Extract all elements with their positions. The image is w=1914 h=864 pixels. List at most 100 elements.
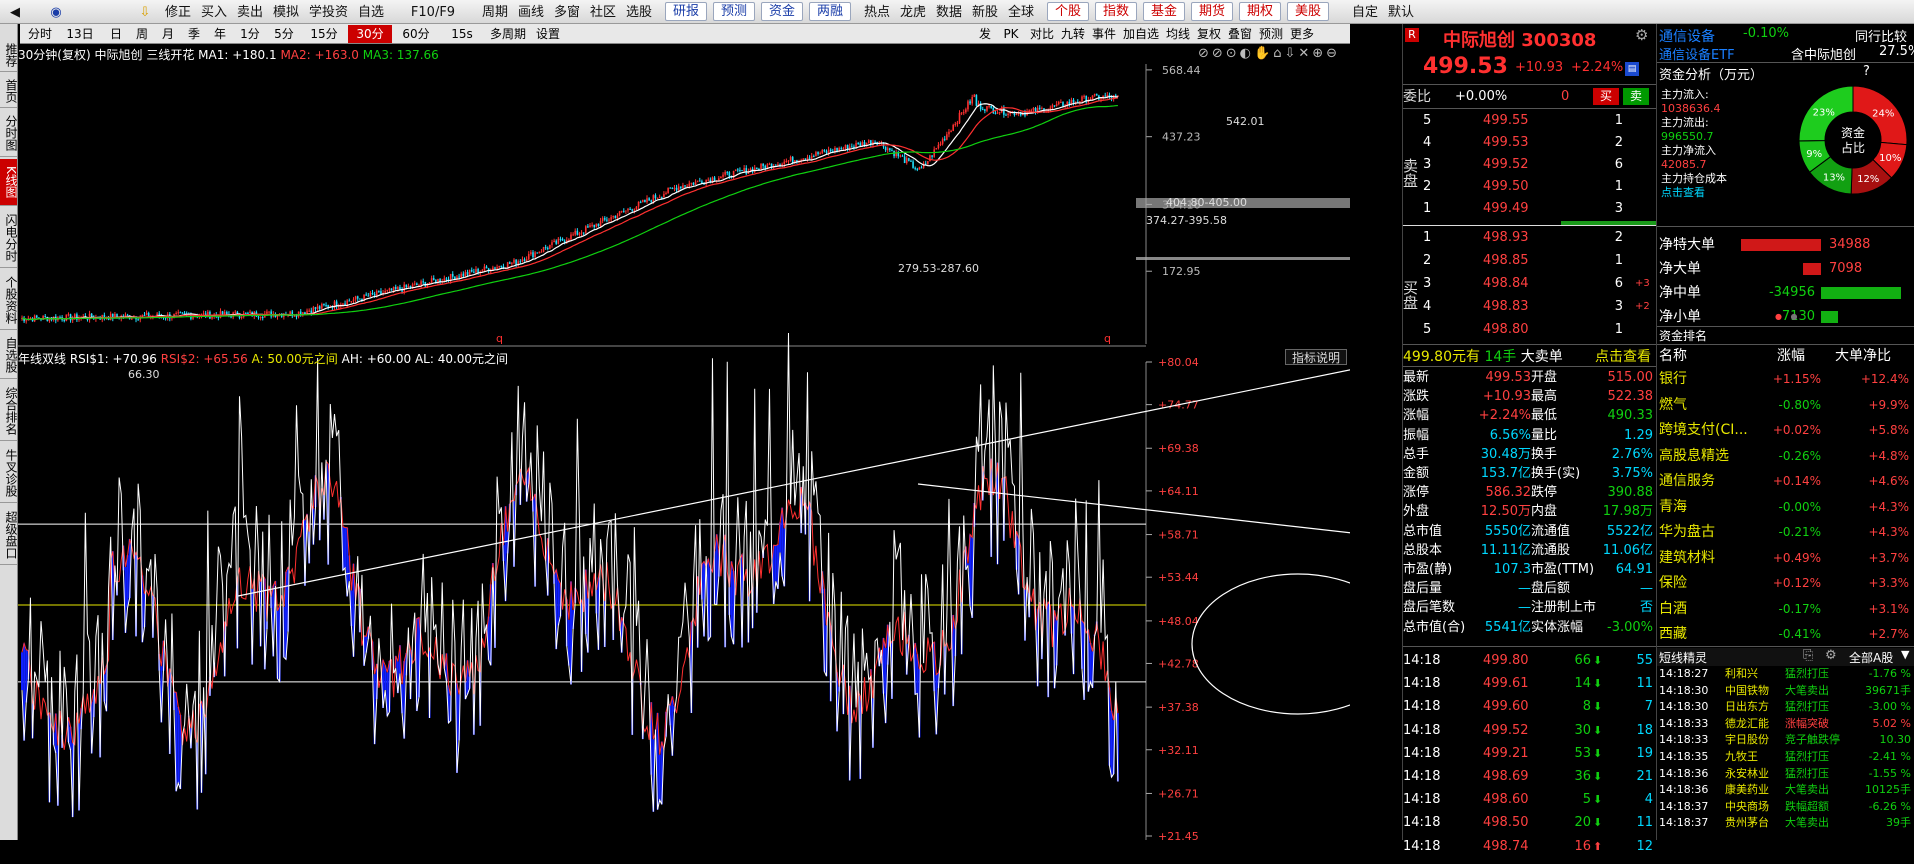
rank-header-net[interactable]: 大单净比 bbox=[1835, 346, 1891, 368]
export-icon[interactable]: ⎘ bbox=[1803, 648, 1813, 663]
peer-compare-link[interactable]: 同行比较 bbox=[1855, 26, 1907, 45]
leftnav-item-4[interactable]: 闪电分时 bbox=[0, 208, 18, 268]
period-1[interactable]: 13日 bbox=[58, 25, 102, 43]
down-arrow-icon[interactable]: ⇩ bbox=[134, 0, 156, 24]
toolbar-item2-0[interactable]: 热点 bbox=[861, 0, 893, 24]
period-12[interactable]: 15s bbox=[440, 25, 484, 43]
cost-link[interactable]: 点击查看 bbox=[1661, 186, 1727, 200]
period-3[interactable]: 周 bbox=[130, 25, 154, 43]
rank-row[interactable]: 银行 +1.15% +12.4% bbox=[1657, 368, 1914, 390]
short-filter[interactable]: 全部A股 bbox=[1849, 649, 1893, 666]
ask-row[interactable]: 2 499.50 1 bbox=[1403, 176, 1657, 198]
ask-row[interactable]: 3 499.52 6 bbox=[1403, 154, 1657, 176]
short-row[interactable]: 14:18:33 德龙汇能 涨幅突破 5.02 % bbox=[1657, 716, 1914, 732]
rank-row[interactable]: 跨境支付(CI... +0.02% +5.8% bbox=[1657, 419, 1914, 441]
short-row[interactable]: 14:18:33 宇日股份 竞子触跌停 10.30 bbox=[1657, 732, 1914, 748]
rank-row[interactable]: 燃气 -0.80% +9.9% bbox=[1657, 394, 1914, 416]
leftnav-item-2[interactable]: 分时图 bbox=[0, 110, 18, 157]
toolbar-item3-0[interactable]: 自定 bbox=[1349, 0, 1381, 24]
toolbar-boxed-2[interactable]: 资金 bbox=[761, 2, 803, 21]
bid-row[interactable]: 5 498.80 1 bbox=[1403, 319, 1657, 341]
leftnav-item-9[interactable]: 超级盘口 bbox=[0, 505, 18, 565]
help-icon[interactable]: ? bbox=[1863, 64, 1870, 79]
indicator-explain-button[interactable]: 指标说明 bbox=[1285, 349, 1348, 365]
ask-row[interactable]: 1 499.49 3 bbox=[1403, 198, 1657, 220]
chart-menu-0[interactable]: 发 bbox=[976, 25, 994, 43]
rank-row[interactable]: 高股息精选 -0.26% +4.8% bbox=[1657, 445, 1914, 467]
toolbar-item2-2[interactable]: 数据 bbox=[933, 0, 965, 24]
bid-row[interactable]: 4 498.83 3 +2 bbox=[1403, 296, 1657, 318]
ask-row[interactable]: 4 499.53 2 bbox=[1403, 132, 1657, 154]
toolbar-boxed2-0[interactable]: 个股 bbox=[1047, 2, 1089, 21]
toolbar-item-4[interactable]: 学投资 bbox=[306, 0, 351, 24]
rank-row[interactable]: 保险 +0.12% +3.3% bbox=[1657, 572, 1914, 594]
toolbar-boxed-0[interactable]: 研报 bbox=[665, 2, 707, 21]
toolbar-item-1[interactable]: 买入 bbox=[198, 0, 230, 24]
period-9[interactable]: 15分 bbox=[302, 25, 346, 43]
period-7[interactable]: 1分 bbox=[234, 25, 266, 43]
chart-menu-10[interactable]: 更多 bbox=[1288, 25, 1316, 43]
ask-row[interactable]: 5 499.55 1 bbox=[1403, 110, 1657, 132]
period-8[interactable]: 5分 bbox=[268, 25, 300, 43]
buy-button[interactable]: 买 bbox=[1593, 88, 1619, 105]
toolbar-item-8[interactable]: 画线 bbox=[515, 0, 547, 24]
etf-name[interactable]: 通信设备ETF bbox=[1659, 44, 1735, 63]
leftnav-item-1[interactable]: 首页 bbox=[0, 74, 18, 108]
page-dots[interactable]: ● ● bbox=[1775, 312, 1801, 321]
chart-menu-8[interactable]: 叠窗 bbox=[1226, 25, 1254, 43]
toolbar-boxed2-1[interactable]: 指数 bbox=[1095, 2, 1137, 21]
short-row[interactable]: 14:18:36 康美药业 大笔卖出 10125手 bbox=[1657, 782, 1914, 798]
short-row[interactable]: 14:18:27 利和兴 猛烈打压 -1.76 % bbox=[1657, 666, 1914, 682]
toolbar-boxed-3[interactable]: 两融 bbox=[809, 2, 851, 21]
short-row[interactable]: 14:18:36 永安林业 猛烈打压 -1.55 % bbox=[1657, 766, 1914, 782]
chevron-down-icon[interactable]: ▼ bbox=[1901, 648, 1909, 661]
period-4[interactable]: 月 bbox=[156, 25, 180, 43]
toolbar-item3-1[interactable]: 默认 bbox=[1385, 0, 1417, 24]
settings-icon[interactable]: ⚙ bbox=[1825, 648, 1837, 663]
toolbar-boxed-1[interactable]: 预测 bbox=[713, 2, 755, 21]
chart-menu-6[interactable]: 均线 bbox=[1164, 25, 1192, 43]
toolbar-item-11[interactable]: 选股 bbox=[623, 0, 655, 24]
short-row[interactable]: 14:18:30 日出东方 猛烈打压 -3.00 % bbox=[1657, 699, 1914, 715]
period-11[interactable]: 60分 bbox=[394, 25, 438, 43]
leftnav-item-8[interactable]: 牛叉诊股 bbox=[0, 443, 18, 503]
short-row[interactable]: 14:18:37 中央商场 跌幅超额 -6.26 % bbox=[1657, 799, 1914, 815]
bid-row[interactable]: 1 498.93 2 bbox=[1403, 227, 1657, 249]
chart-menu-3[interactable]: 九转 bbox=[1059, 25, 1087, 43]
chart-menu-4[interactable]: 事件 bbox=[1090, 25, 1118, 43]
toolbar-item-10[interactable]: 社区 bbox=[587, 0, 619, 24]
rank-row[interactable]: 西藏 -0.41% +2.7% bbox=[1657, 623, 1914, 645]
chart-menu-5[interactable]: 加自选 bbox=[1121, 25, 1161, 43]
bid-row[interactable]: 3 498.84 6 +3 bbox=[1403, 273, 1657, 295]
kline-chart-svg[interactable]: 568.44437.23304.16172.95542.01404.80-405… bbox=[18, 44, 1849, 843]
toolbar-item-6[interactable]: F10/F9 bbox=[391, 0, 475, 24]
leftnav-item-0[interactable]: 推荐 bbox=[0, 38, 18, 72]
back-icon[interactable]: ◀ bbox=[4, 0, 26, 24]
toolbar-item-2[interactable]: 卖出 bbox=[234, 0, 266, 24]
leftnav-item-6[interactable]: 自选股 bbox=[0, 332, 18, 379]
toolbar-item2-3[interactable]: 新股 bbox=[969, 0, 1001, 24]
period-13[interactable]: 多周期 bbox=[486, 25, 530, 43]
chart-menu-7[interactable]: 复权 bbox=[1195, 25, 1223, 43]
rank-row[interactable]: 通信服务 +0.14% +4.6% bbox=[1657, 470, 1914, 492]
chart-icon[interactable]: ▤ bbox=[1625, 62, 1639, 76]
toolbar-item-0[interactable]: 修正 bbox=[162, 0, 194, 24]
toolbar-boxed2-3[interactable]: 期货 bbox=[1191, 2, 1233, 21]
short-row[interactable]: 14:18:30 中国铁物 大笔卖出 39671手 bbox=[1657, 683, 1914, 699]
toolbar-boxed2-5[interactable]: 美股 bbox=[1287, 2, 1329, 21]
leftnav-item-7[interactable]: 综合排名 bbox=[0, 381, 18, 441]
short-row[interactable]: 14:18:37 贵州茅台 大笔卖出 39手 bbox=[1657, 815, 1914, 831]
toolbar-item-5[interactable]: 自选 bbox=[355, 0, 387, 24]
rank-header-name[interactable]: 名称 bbox=[1659, 346, 1687, 368]
period-10[interactable]: 30分 bbox=[348, 25, 392, 43]
rank-row[interactable]: 建筑材料 +0.49% +3.7% bbox=[1657, 547, 1914, 569]
big-order-link[interactable]: 点击查看 bbox=[1595, 346, 1651, 366]
chart-menu-2[interactable]: 对比 bbox=[1028, 25, 1056, 43]
sector-name[interactable]: 通信设备 bbox=[1659, 26, 1715, 46]
leftnav-item-3[interactable]: K线图 bbox=[0, 159, 18, 206]
toolbar-boxed2-2[interactable]: 基金 bbox=[1143, 2, 1185, 21]
period-5[interactable]: 季 bbox=[182, 25, 206, 43]
period-0[interactable]: 分时 bbox=[24, 25, 56, 43]
bid-row[interactable]: 2 498.85 1 bbox=[1403, 250, 1657, 272]
toolbar-item-3[interactable]: 模拟 bbox=[270, 0, 302, 24]
